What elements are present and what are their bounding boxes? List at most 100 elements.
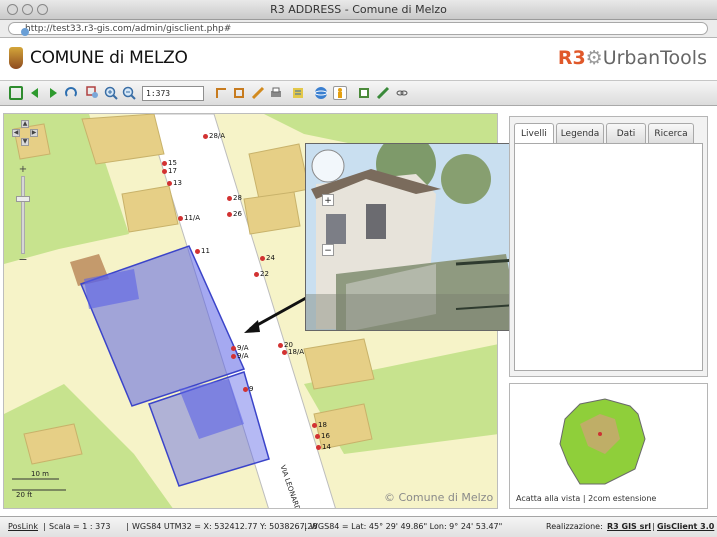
pan-right-button[interactable]: ▶ [30, 129, 38, 137]
select-icon[interactable] [214, 86, 228, 100]
address-number: 28/A [209, 132, 226, 140]
compass-control[interactable] [312, 150, 344, 182]
address-number: 13 [173, 179, 182, 187]
pan-down-button[interactable]: ▼ [21, 138, 29, 146]
address-marker-icon [227, 211, 232, 217]
close-window-button[interactable] [7, 4, 18, 15]
credits-gisclient[interactable]: GisClient 3.0 [657, 517, 714, 537]
scale-input[interactable]: 1:373 [142, 86, 204, 101]
zoom-slider[interactable] [21, 176, 25, 254]
link-icon[interactable] [395, 86, 409, 100]
zoom-out-button[interactable]: − [17, 254, 29, 266]
address-marker-icon [203, 133, 208, 139]
address-label[interactable]: 14 [316, 443, 331, 451]
pan-up-button[interactable]: ▲ [21, 120, 29, 128]
address-number: 28 [233, 194, 242, 202]
address-marker-icon [227, 195, 232, 201]
status-utm: WGS84 UTM32 = X: 532412.77 Y: 5038267.28 [132, 522, 318, 531]
address-marker-icon [315, 433, 320, 439]
export-icon[interactable] [357, 86, 371, 100]
pan-left-icon[interactable] [28, 86, 42, 100]
address-number: 9/A [237, 344, 249, 352]
address-marker-icon [162, 160, 167, 166]
sv-zoom-out-button[interactable]: − [322, 244, 334, 256]
address-label[interactable]: 24 [260, 254, 275, 262]
address-marker-icon [260, 255, 265, 261]
brand-r3: R3 [557, 47, 586, 69]
address-bar: http://test33.r3-gis.com/admin/gisclient… [0, 20, 717, 38]
address-label[interactable]: 11 [195, 247, 210, 255]
address-label[interactable]: 22 [254, 270, 269, 278]
zoom-out-icon[interactable] [122, 86, 136, 100]
address-label[interactable]: 9/A [231, 344, 249, 352]
tab-dati[interactable]: Dati [606, 123, 646, 143]
zoom-in-icon[interactable] [104, 86, 118, 100]
status-separator: | [126, 522, 129, 531]
address-label[interactable]: 28/A [203, 132, 225, 140]
address-label[interactable]: 16 [315, 432, 330, 440]
address-marker-icon [316, 444, 321, 450]
address-marker-icon [231, 345, 236, 351]
address-marker-icon [254, 271, 259, 277]
address-number: 15 [168, 159, 177, 167]
info-icon[interactable] [291, 86, 305, 100]
street-view-icon[interactable] [333, 86, 347, 100]
url-text: http://test33.r3-gis.com/admin/gisclient… [25, 24, 232, 34]
address-label[interactable]: 18/A [282, 348, 304, 356]
address-label[interactable]: 15 [162, 159, 177, 167]
gear-icon: ⚙ [585, 47, 603, 69]
refresh-icon[interactable] [64, 86, 78, 100]
tab-ricerca[interactable]: Ricerca [648, 123, 694, 143]
credits-prefix: Realizzazione: [546, 522, 603, 531]
pan-left-button[interactable]: ◀ [12, 129, 20, 137]
site-title: COMUNE di MELZO [30, 48, 188, 68]
zoom-in-button[interactable]: + [17, 164, 29, 176]
address-label[interactable]: 9/A [231, 352, 249, 360]
crop-icon[interactable] [232, 86, 246, 100]
map-copyright: © Comune di Melzo [384, 491, 494, 504]
overview-canvas [559, 398, 646, 485]
address-label[interactable]: 18 [312, 421, 327, 429]
address-number: 9 [249, 385, 254, 393]
address-number: 11/A [184, 214, 201, 222]
address-label[interactable]: 28 [227, 194, 242, 202]
tab-legenda[interactable]: Legenda [556, 123, 604, 143]
pan-right-icon[interactable] [46, 86, 60, 100]
globe-icon[interactable] [314, 86, 328, 100]
address-label[interactable]: 17 [162, 167, 177, 175]
zoom-box-icon[interactable] [86, 86, 100, 100]
status-latlon: WGS84 = Lat: 45° 29' 49.86" Lon: 9° 24' … [310, 522, 503, 531]
address-number: 16 [321, 432, 330, 440]
address-number: 18/A [288, 348, 305, 356]
address-label[interactable]: 9 [243, 385, 253, 393]
print-icon[interactable] [269, 86, 283, 100]
credits-separator: | [652, 522, 655, 531]
poslink[interactable]: PosLink [8, 517, 38, 537]
address-marker-icon [195, 248, 200, 254]
url-field[interactable]: http://test33.r3-gis.com/admin/gisclient… [8, 22, 708, 36]
brand-logo: R3⚙UrbanTools [558, 47, 707, 69]
address-marker-icon [162, 168, 167, 174]
edit-icon[interactable] [251, 86, 265, 100]
sv-zoom-in-button[interactable]: + [322, 194, 334, 206]
status-separator: | [43, 522, 46, 531]
address-marker-icon [282, 349, 287, 355]
address-number: 22 [260, 270, 269, 278]
minimize-window-button[interactable] [22, 4, 33, 15]
tools-icon[interactable] [376, 86, 390, 100]
zoom-slider-handle[interactable] [16, 196, 30, 202]
zoom-extent-icon[interactable] [9, 86, 23, 100]
address-number: 17 [168, 167, 177, 175]
address-label[interactable]: 11/A [178, 214, 200, 222]
status-scale: Scala = 1 : 373 [49, 522, 111, 531]
overview-map[interactable]: Acatta alla vista | 2com estensione [509, 383, 708, 509]
credits-r3[interactable]: R3 GIS srl [607, 517, 651, 537]
building [121, 185, 179, 233]
address-marker-icon [278, 342, 283, 348]
zoom-window-button[interactable] [37, 4, 48, 15]
address-number: 24 [266, 254, 275, 262]
tab-livelli[interactable]: Livelli [514, 123, 554, 143]
address-label[interactable]: 26 [227, 210, 242, 218]
address-number: 26 [233, 210, 242, 218]
address-label[interactable]: 13 [167, 179, 182, 187]
